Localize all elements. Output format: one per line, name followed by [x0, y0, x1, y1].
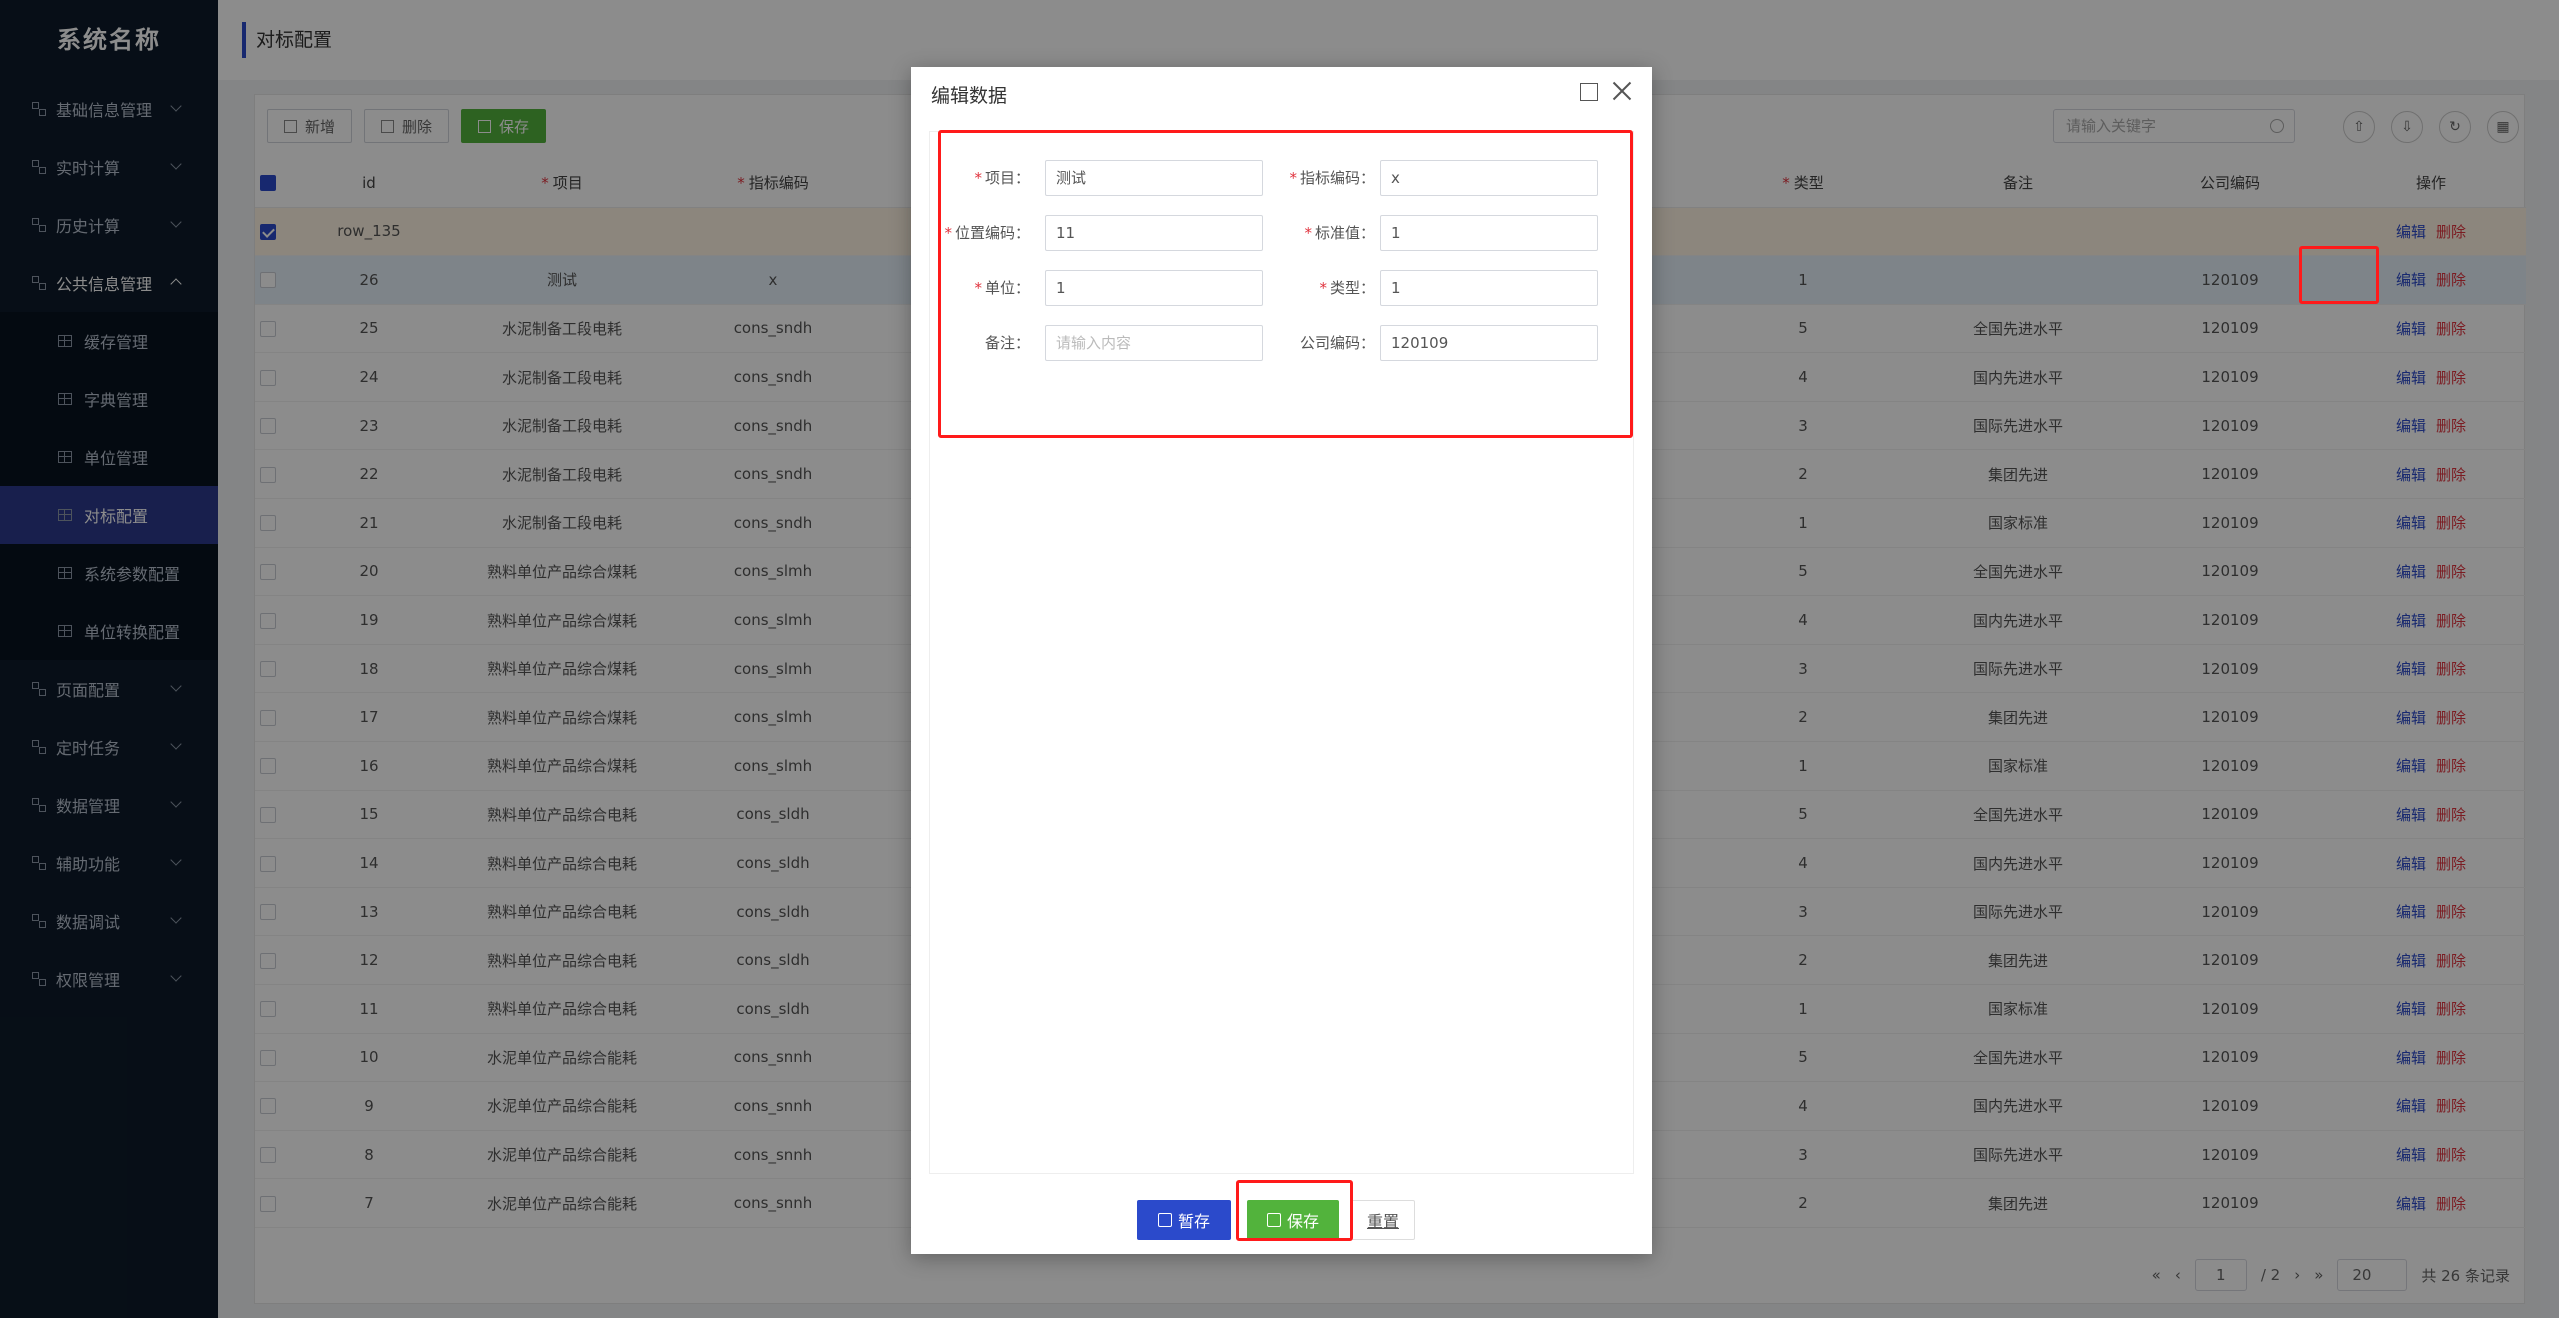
- modal-title: 编辑数据: [931, 85, 1008, 107]
- save-icon: [1157, 1213, 1172, 1227]
- reset-button[interactable]: 重置: [1351, 1200, 1415, 1240]
- highlight-box-save: [1236, 1180, 1353, 1241]
- close-icon[interactable]: [1610, 79, 1634, 103]
- modal-header: 编辑数据: [911, 67, 1652, 119]
- highlight-box-form: [938, 130, 1633, 438]
- highlight-box-edit: [2299, 246, 2379, 304]
- temp-save-label: 暂存: [1177, 1212, 1210, 1231]
- maximize-icon[interactable]: [1580, 83, 1598, 101]
- temp-save-button[interactable]: 暂存: [1137, 1200, 1231, 1240]
